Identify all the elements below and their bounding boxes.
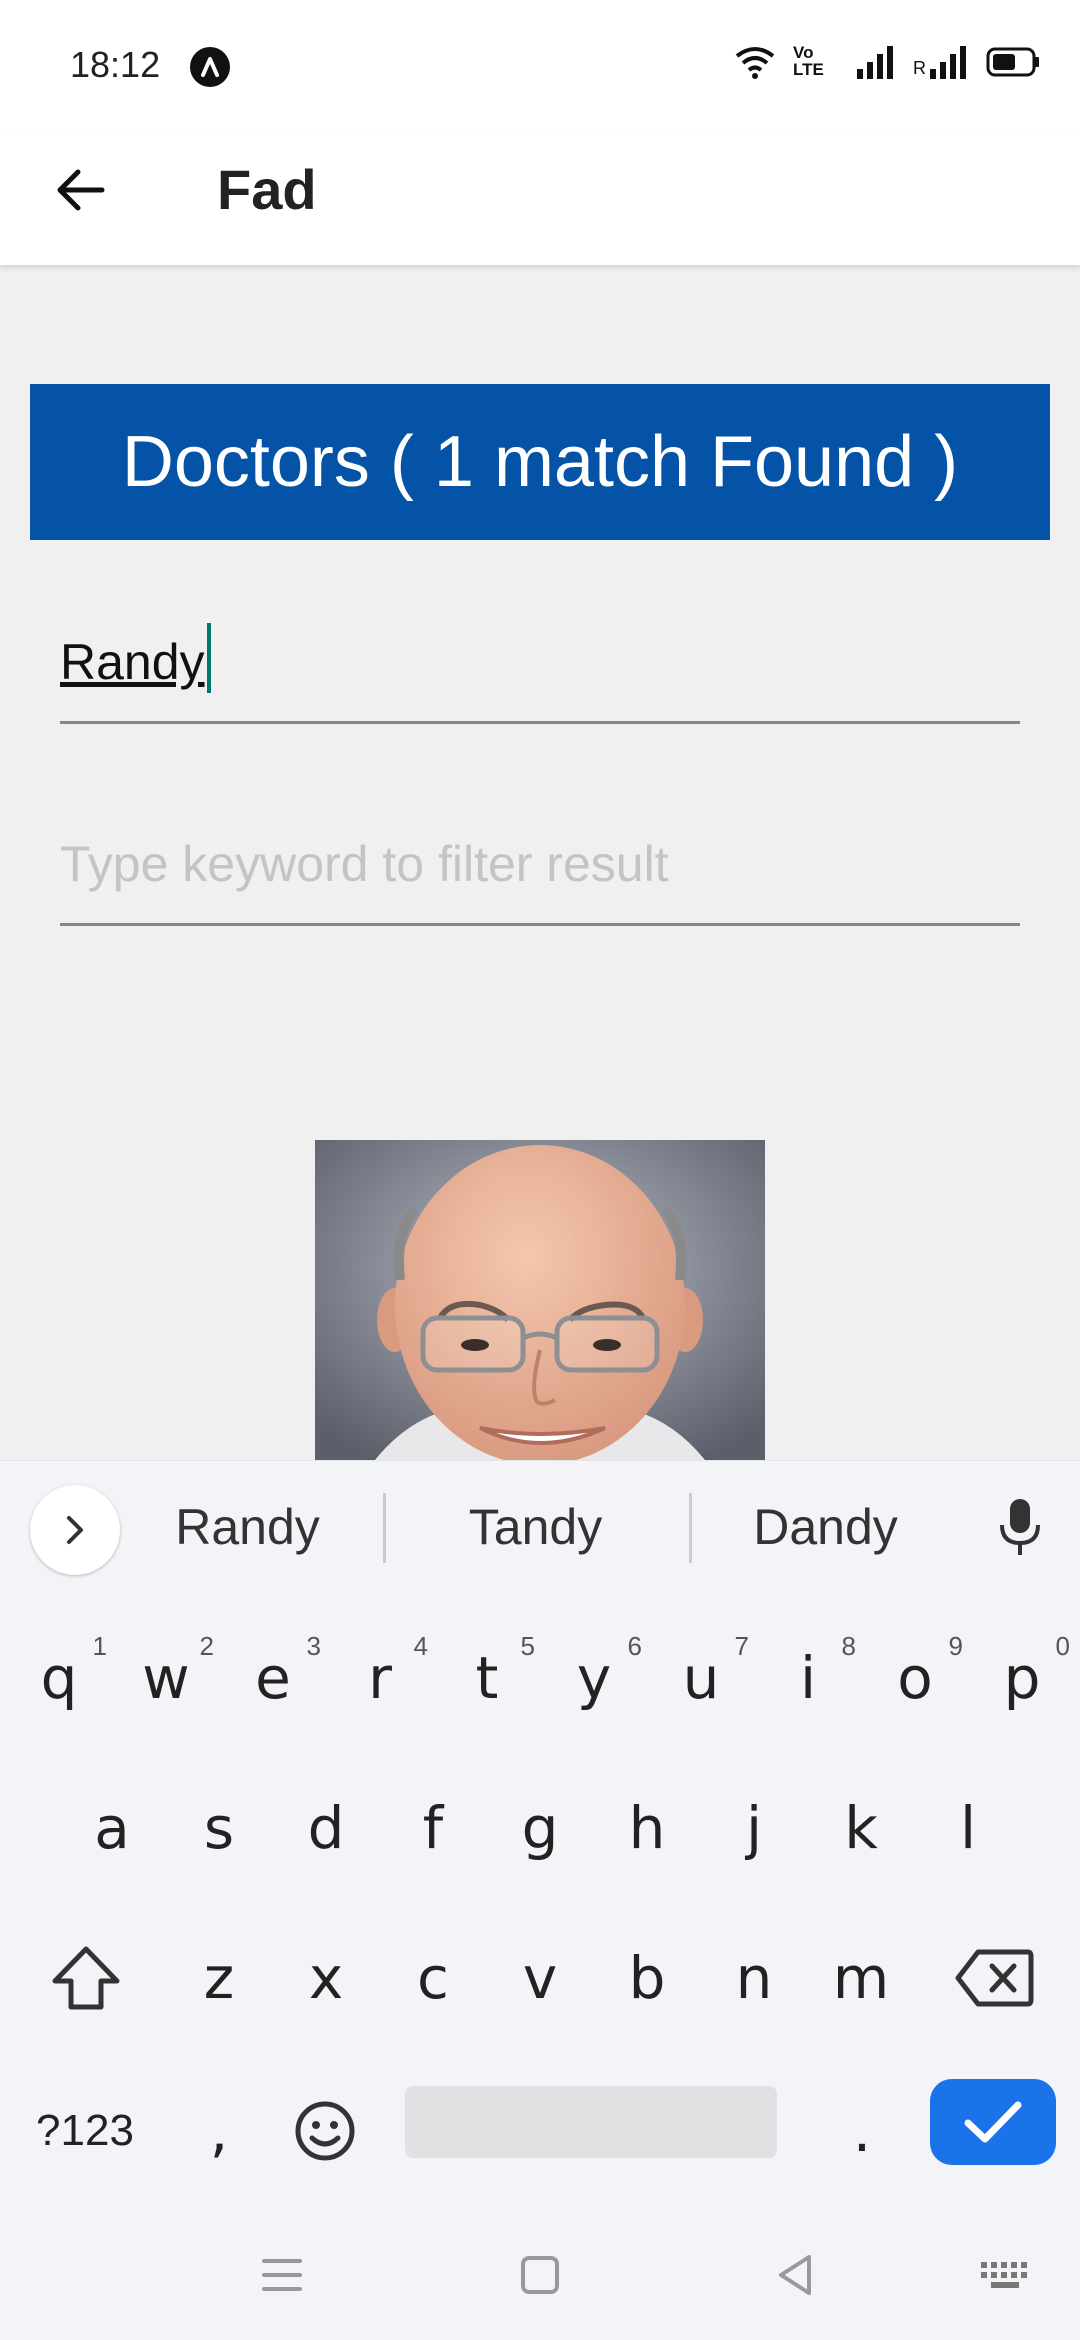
key-o[interactable]: o9 [861, 1613, 969, 1743]
doctor-name-value: Randy [60, 623, 211, 693]
filter-keyword-field[interactable]: Type keyword to filter result [60, 822, 1020, 926]
period-key[interactable]: . [808, 2071, 916, 2191]
volte-icon: Vo LTE [793, 43, 824, 79]
back-nav-button[interactable] [750, 2230, 840, 2320]
app-bar: Fad [0, 130, 1080, 265]
page-title: Fad [217, 158, 317, 221]
doctor-photo[interactable] [315, 1140, 765, 1460]
key-hint: 2 [199, 1631, 214, 1661]
key-w[interactable]: w2 [112, 1613, 220, 1743]
key-hint: 5 [520, 1631, 535, 1661]
backspace-icon [955, 1949, 1034, 2007]
key-hint: 1 [92, 1631, 107, 1661]
suggestion-bar: Randy Tandy Dandy [0, 1461, 1080, 1593]
triangle-back-icon [779, 2255, 811, 2295]
expand-toolbar-button[interactable] [30, 1485, 120, 1575]
key-v[interactable]: v [486, 1913, 594, 2043]
key-hint: 7 [734, 1631, 749, 1661]
key-k[interactable]: k [807, 1763, 915, 1893]
key-q[interactable]: q1 [5, 1613, 113, 1743]
key-z[interactable]: z [165, 1913, 273, 2043]
suggestion-3[interactable]: Dandy [718, 1491, 933, 1563]
key-hint: 8 [841, 1631, 856, 1661]
key-m[interactable]: m [807, 1913, 915, 2043]
key-u[interactable]: u7 [647, 1613, 755, 1743]
key-b[interactable]: b [593, 1913, 701, 2043]
status-time: 18:12 [70, 44, 161, 85]
wifi-icon [735, 47, 775, 79]
keyboard-icon [981, 2262, 1027, 2288]
comma-key[interactable]: , [165, 2071, 273, 2191]
key-r[interactable]: r4 [326, 1613, 434, 1743]
backspace-key[interactable] [930, 1913, 1058, 2043]
voice-input-button[interactable] [990, 1491, 1050, 1563]
soft-keyboard: Randy Tandy Dandy q1 w2 e3 r4 t5 y6 u7 i… [0, 1460, 1080, 2340]
status-bar: 18:12 Vo LTE R [0, 0, 1080, 130]
suggestion-divider [689, 1493, 692, 1563]
recent-apps-button[interactable] [237, 2230, 327, 2320]
arrow-left-icon [57, 169, 105, 211]
space-key[interactable] [405, 2086, 777, 2158]
doctor-name-field[interactable]: Randy [60, 620, 1020, 724]
suggestion-2[interactable]: Tandy [428, 1491, 643, 1563]
roaming-signal-icon: R [913, 45, 968, 79]
key-i[interactable]: i8 [754, 1613, 862, 1743]
chevron-right-icon [67, 1516, 83, 1544]
system-nav-bar [0, 2210, 1080, 2340]
key-s[interactable]: s [165, 1763, 273, 1893]
home-button[interactable] [495, 2230, 585, 2320]
status-icons: Vo LTE R [735, 44, 1040, 80]
key-c[interactable]: c [379, 1913, 487, 2043]
key-f[interactable]: f [379, 1763, 487, 1893]
key-h[interactable]: h [593, 1763, 701, 1893]
enter-key[interactable] [930, 2079, 1056, 2165]
suggestion-divider [383, 1493, 386, 1563]
key-l[interactable]: l [914, 1763, 1022, 1893]
key-t[interactable]: t5 [433, 1613, 541, 1743]
emoji-key[interactable] [275, 2071, 375, 2191]
key-g[interactable]: g [486, 1763, 594, 1893]
key-hint: 9 [948, 1631, 963, 1661]
square-icon [521, 2256, 559, 2294]
key-d[interactable]: d [272, 1763, 380, 1893]
text-cursor [206, 623, 211, 693]
key-e[interactable]: e3 [219, 1613, 327, 1743]
menu-lines-icon [262, 2259, 302, 2291]
results-header: Doctors ( 1 match Found ) [30, 384, 1050, 540]
key-hint: 4 [413, 1631, 428, 1661]
key-hint: 3 [306, 1631, 321, 1661]
keyboard-switch-button[interactable] [960, 2230, 1050, 2320]
shift-icon [52, 1946, 120, 2010]
key-hint: 6 [627, 1631, 642, 1661]
signal-icon [857, 46, 893, 79]
battery-icon [986, 47, 1039, 77]
key-j[interactable]: j [700, 1763, 808, 1893]
key-a[interactable]: a [58, 1763, 166, 1893]
symbols-key[interactable]: ?123 [10, 2071, 160, 2191]
key-n[interactable]: n [700, 1913, 808, 2043]
key-hint: 0 [1055, 1631, 1070, 1661]
key-y[interactable]: y6 [540, 1613, 648, 1743]
shift-key[interactable] [22, 1913, 150, 2043]
app-notification-icon [190, 47, 230, 87]
microphone-icon [1000, 1499, 1040, 1555]
checkmark-icon [964, 2101, 1022, 2143]
filter-placeholder: Type keyword to filter result [60, 836, 669, 892]
key-x[interactable]: x [272, 1913, 380, 2043]
key-p[interactable]: p0 [968, 1613, 1076, 1743]
emoji-icon [295, 2101, 355, 2161]
suggestion-1[interactable]: Randy [140, 1491, 355, 1563]
back-button[interactable] [40, 150, 120, 230]
